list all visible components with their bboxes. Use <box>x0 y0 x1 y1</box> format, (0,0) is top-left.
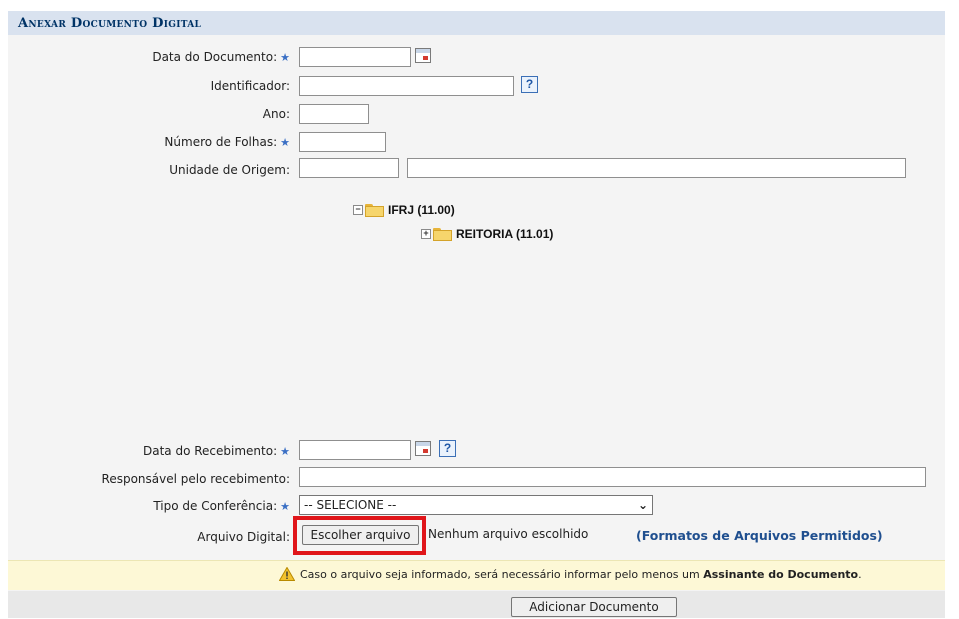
tipo-conferencia-select[interactable]: -- SELECIONE -- ⌄ <box>299 495 653 515</box>
tree-node-reitoria[interactable]: + REITORIA (11.01) <box>421 227 553 241</box>
arquivo-digital-label: Arquivo Digital: <box>197 530 290 544</box>
chevron-down-icon: ⌄ <box>637 498 648 512</box>
data-recebimento-input[interactable] <box>299 440 411 460</box>
data-documento-label: Data do Documento: ★ <box>152 50 290 64</box>
folder-icon <box>433 227 453 241</box>
section-title: Anexar Documento Digital <box>18 16 202 31</box>
required-star-icon: ★ <box>280 445 290 458</box>
responsavel-label: Responsável pelo recebimento: <box>101 472 290 486</box>
unidade-origem-name-input[interactable] <box>407 158 906 178</box>
unit-tree: − IFRJ (11.00) <box>353 203 455 217</box>
unidade-origem-code-input[interactable] <box>299 158 399 178</box>
select-value: -- SELECIONE -- <box>304 498 397 512</box>
choose-file-button[interactable]: Escolher arquivo <box>302 525 419 545</box>
add-document-button[interactable]: Adicionar Documento <box>511 597 677 617</box>
calendar-icon[interactable] <box>415 441 431 456</box>
numero-folhas-input[interactable] <box>299 132 386 152</box>
required-star-icon: ★ <box>280 51 290 64</box>
tree-node-label[interactable]: IFRJ (11.00) <box>388 203 455 217</box>
tipo-conferencia-label: Tipo de Conferência: ★ <box>153 499 290 513</box>
allowed-formats-link[interactable]: (Formatos de Arquivos Permitidos) <box>636 528 883 543</box>
identificador-input[interactable] <box>299 76 514 96</box>
identificador-label: Identificador: <box>210 79 290 93</box>
footer-bar <box>8 591 945 618</box>
warning-icon <box>279 567 295 581</box>
unit-tree-child: + REITORIA (11.01) <box>421 227 553 241</box>
ano-label: Ano: <box>262 107 290 121</box>
data-recebimento-label: Data do Recebimento: ★ <box>143 444 290 458</box>
ano-input[interactable] <box>299 104 369 124</box>
responsavel-input[interactable] <box>299 467 926 487</box>
tree-node-ifrj[interactable]: − IFRJ (11.00) <box>353 203 455 217</box>
collapse-icon[interactable]: − <box>353 205 363 215</box>
warning-message: Caso o arquivo seja informado, será nece… <box>279 567 862 581</box>
help-icon[interactable]: ? <box>521 76 538 93</box>
warning-text: Caso o arquivo seja informado, será nece… <box>300 567 704 581</box>
help-icon[interactable]: ? <box>439 440 456 457</box>
expand-icon[interactable]: + <box>421 229 431 239</box>
required-star-icon: ★ <box>280 136 290 149</box>
calendar-icon[interactable] <box>415 48 431 63</box>
warning-suffix: . <box>858 567 862 581</box>
numero-folhas-label: Número de Folhas: ★ <box>164 135 290 149</box>
unidade-origem-label: Unidade de Origem: <box>169 163 290 177</box>
data-documento-input[interactable] <box>299 47 411 67</box>
required-star-icon: ★ <box>280 500 290 513</box>
tree-node-label[interactable]: REITORIA (11.01) <box>456 227 553 241</box>
warning-bold-text: Assinante do Documento <box>703 567 859 581</box>
file-status-text: Nenhum arquivo escolhido <box>428 527 589 541</box>
folder-open-icon <box>365 203 385 217</box>
